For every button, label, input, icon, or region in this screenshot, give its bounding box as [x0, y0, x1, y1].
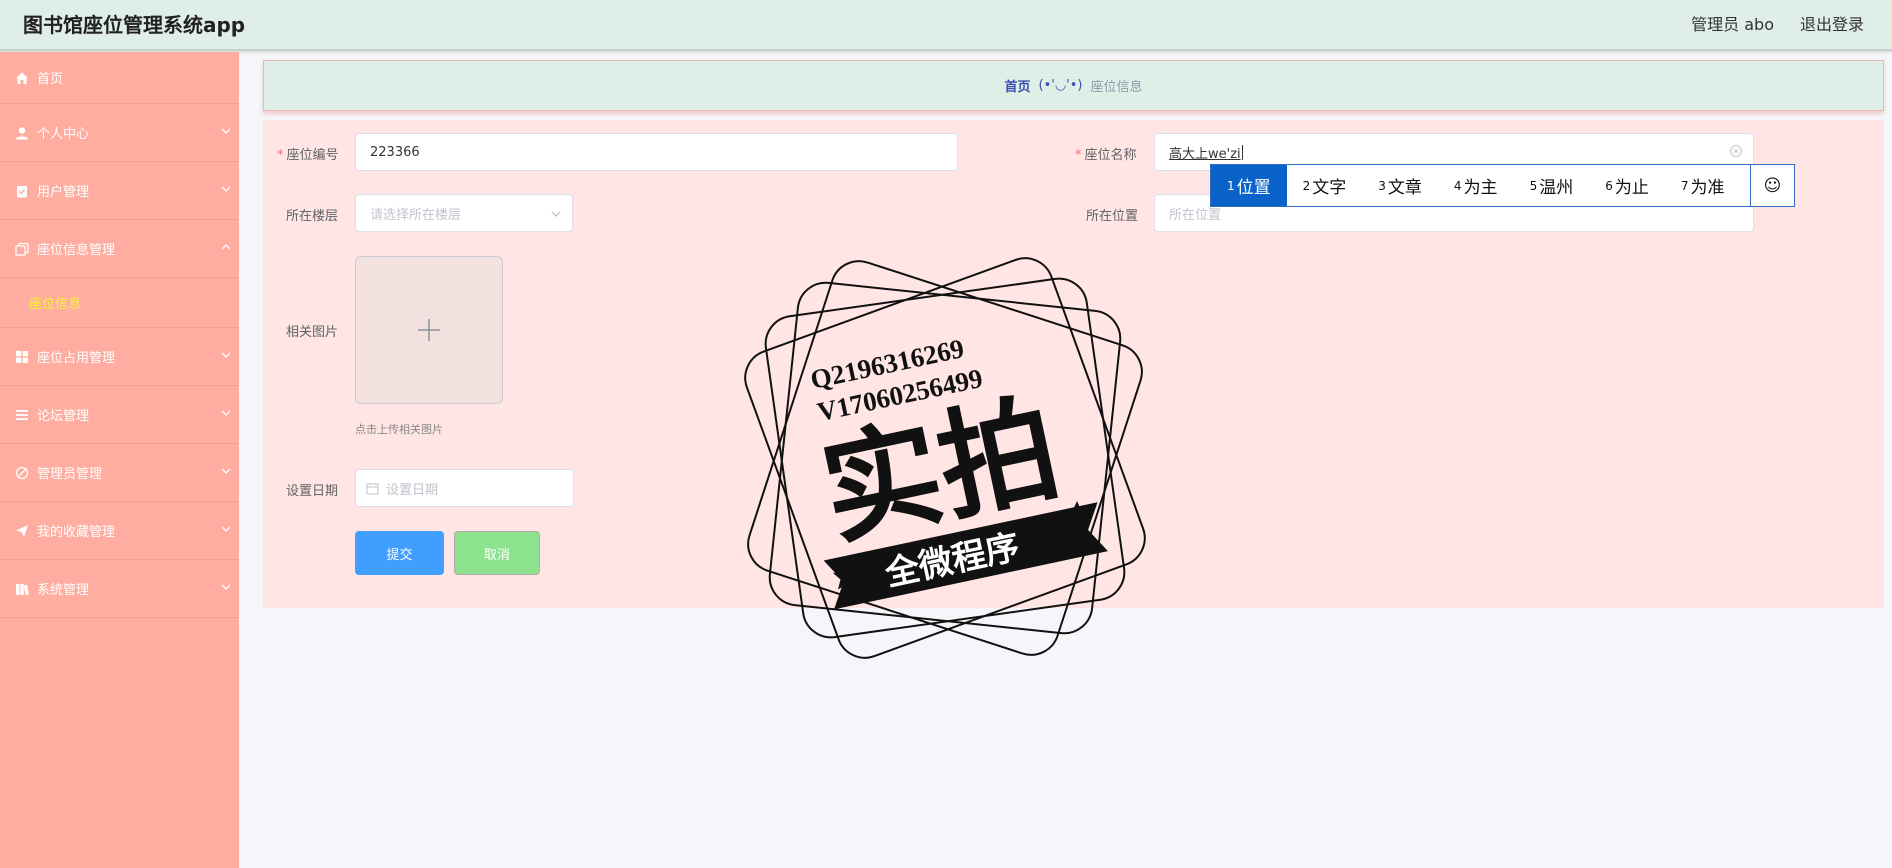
sidebar: 首页 个人中心 用户管理 座位信息管理 座位信息 座位占用管理 论坛管理 管理员…: [0, 52, 239, 868]
seat-name-value: 高大上we'zi: [1169, 146, 1241, 162]
ime-candidate[interactable]: 7 为准: [1665, 165, 1741, 206]
sidebar-item-forum-management[interactable]: 论坛管理: [0, 386, 239, 444]
emoji-icon[interactable]: ☺: [1750, 165, 1794, 206]
chevron-up-icon: [221, 244, 231, 250]
date-picker[interactable]: 设置日期: [355, 469, 574, 507]
floor-label: 所在楼层: [286, 209, 339, 224]
sidebar-item-label: 系统管理: [37, 583, 90, 598]
sidebar-item-label: 我的收藏管理: [37, 525, 116, 540]
ime-candidate[interactable]: 1 位置: [1211, 165, 1287, 206]
sidebar-item-label: 座位占用管理: [37, 351, 116, 366]
seat-name-label: * 座位名称: [1075, 148, 1137, 163]
chevron-down-icon: [221, 352, 231, 358]
send-icon: [14, 523, 29, 538]
seat-no-input[interactable]: 223366: [355, 133, 958, 171]
ime-candidate[interactable]: 5 温州: [1514, 165, 1590, 206]
clipboard-icon: [14, 183, 29, 198]
clear-icon[interactable]: [1729, 144, 1743, 158]
ime-candidate[interactable]: 4 为主: [1438, 165, 1514, 206]
chevron-down-icon: [221, 186, 231, 192]
sidebar-item-home[interactable]: 首页: [0, 52, 239, 104]
chevron-down-icon: [221, 468, 231, 474]
ime-candidate[interactable]: 3 文章: [1362, 165, 1438, 206]
sidebar-item-label: 首页: [37, 72, 64, 87]
chevron-down-icon: [551, 211, 561, 217]
sidebar-item-admin-management[interactable]: 管理员管理: [0, 444, 239, 502]
sidebar-item-seat-info-management[interactable]: 座位信息管理: [0, 220, 239, 278]
upload-hint: 点击上传相关图片: [355, 423, 443, 436]
logout-button[interactable]: 退出登录: [1800, 11, 1864, 35]
sidebar-item-label: 个人中心: [37, 127, 90, 142]
sidebar-item-seat-occupancy[interactable]: 座位占用管理: [0, 328, 239, 386]
book-icon: [14, 581, 29, 596]
chevron-down-icon: [221, 128, 231, 134]
sidebar-item-system-management[interactable]: 系统管理: [0, 560, 239, 618]
admin-username: 管理员 abo: [1691, 15, 1774, 34]
calendar-icon: [366, 482, 379, 494]
edit-off-icon: [14, 465, 29, 480]
chevron-down-icon: [221, 526, 231, 532]
list-icon: [14, 407, 29, 422]
date-label: 设置日期: [286, 484, 339, 499]
sidebar-item-label: 管理员管理: [37, 467, 103, 482]
breadcrumb-separator: (•'◡'•): [1038, 78, 1083, 93]
sidebar-subitem-seat-info[interactable]: 座位信息: [0, 278, 239, 328]
floor-select-placeholder: 请选择所在楼层: [370, 207, 462, 223]
plus-icon: [418, 319, 440, 341]
text-cursor: [1241, 144, 1243, 160]
submit-button[interactable]: 提交: [355, 531, 444, 575]
sidebar-item-label: 用户管理: [37, 185, 90, 200]
sidebar-item-user-management[interactable]: 用户管理: [0, 162, 239, 220]
app-title: 图书馆座位管理系统app: [23, 13, 246, 37]
floor-select[interactable]: 请选择所在楼层: [355, 194, 573, 232]
cancel-button[interactable]: 取消: [454, 531, 540, 575]
date-placeholder: 设置日期: [386, 482, 439, 498]
user-icon: [14, 125, 29, 140]
ime-candidate[interactable]: 6 为止: [1589, 165, 1665, 206]
breadcrumb-home[interactable]: 首页: [1004, 76, 1030, 95]
breadcrumb: 首页 (•'◡'•) 座位信息: [263, 60, 1884, 111]
grid-icon: [14, 349, 29, 364]
image-upload[interactable]: [355, 256, 503, 404]
image-label: 相关图片: [286, 325, 339, 340]
ime-candidate-bar: 1 位置 2 文字 3 文章 4 为主 5 温州 6 为止 7 为准 ☺: [1210, 164, 1795, 207]
breadcrumb-current: 座位信息: [1090, 80, 1143, 95]
seat-no-label: * 座位编号: [277, 148, 339, 163]
ime-candidate[interactable]: 2 文字: [1287, 165, 1363, 206]
top-header: 图书馆座位管理系统app 管理员 abo 退出登录: [0, 0, 1892, 51]
copy-icon: [14, 241, 29, 256]
chevron-down-icon: [221, 410, 231, 416]
watermark-stamp: Q2196316269 V17060256499 实拍 全微程序: [744, 257, 1146, 659]
sidebar-item-favorites-management[interactable]: 我的收藏管理: [0, 502, 239, 560]
sidebar-item-personal-center[interactable]: 个人中心: [0, 104, 239, 162]
home-icon: [14, 70, 29, 85]
sidebar-item-label: 座位信息管理: [37, 243, 116, 258]
chevron-down-icon: [221, 584, 231, 590]
sidebar-item-label: 论坛管理: [37, 409, 90, 424]
location-label: 所在位置: [1086, 209, 1139, 224]
